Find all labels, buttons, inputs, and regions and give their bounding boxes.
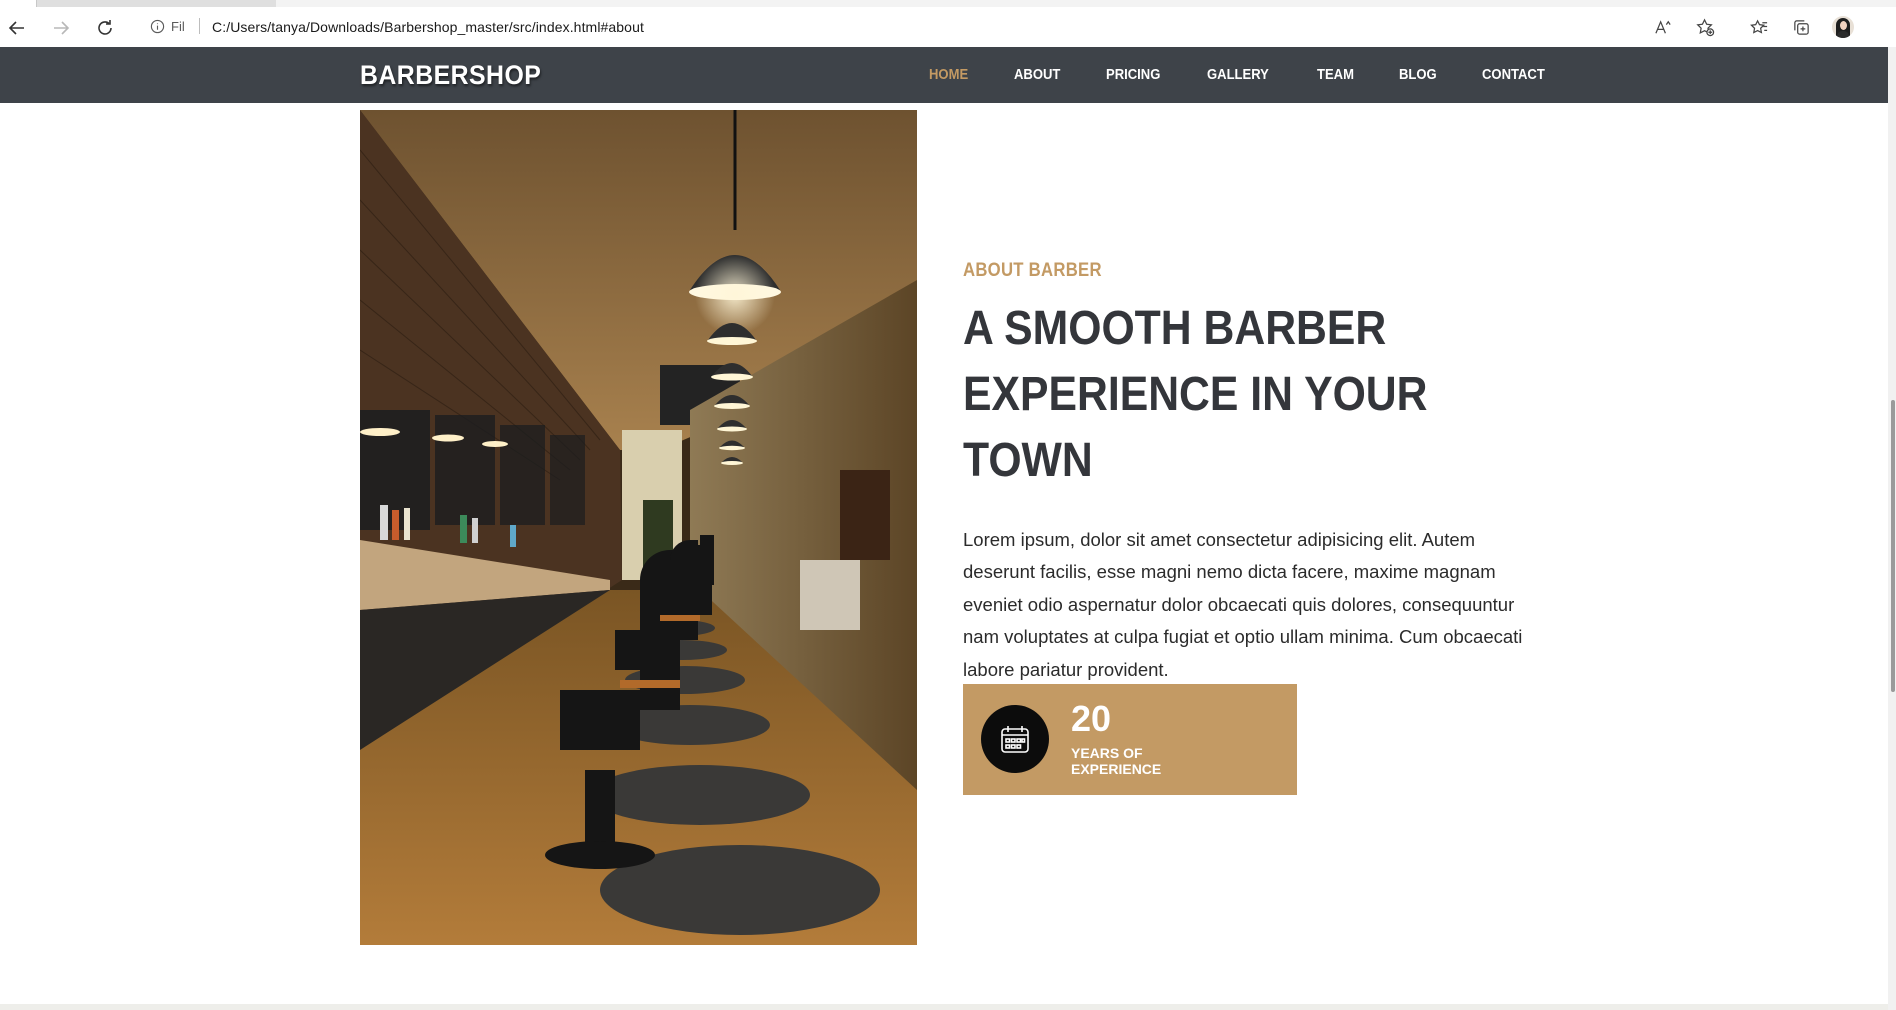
browser-tabstrip — [0, 0, 1896, 7]
about-paragraph: Lorem ipsum, dolor sit amet consectetur … — [963, 529, 1523, 680]
site-info-button[interactable]: Fil — [150, 18, 200, 34]
about-subtitle: ABOUT BARBER — [963, 260, 1102, 281]
about-text-column: ABOUT BARBER A SMOOTH BARBER EXPERIENCE … — [963, 260, 1523, 686]
browser-toolbar: Fil C:/Users/tanya/Downloads/Barbershop_… — [0, 7, 1896, 48]
favorites-icon[interactable] — [1738, 7, 1780, 47]
site-logo[interactable]: BARBERSHOP — [360, 60, 541, 91]
back-icon[interactable] — [2, 13, 32, 43]
profile-button[interactable] — [1822, 7, 1864, 47]
browser-tab-area — [276, 0, 1896, 7]
refresh-icon[interactable] — [90, 13, 120, 43]
address-separator — [198, 18, 200, 34]
forward-icon[interactable] — [46, 13, 76, 43]
browser-tab-active[interactable] — [0, 0, 37, 7]
nav-link-team[interactable]: TEAM — [1317, 67, 1354, 83]
calendar-icon — [981, 705, 1049, 773]
nav-link-blog[interactable]: BLOG — [1399, 67, 1437, 83]
experience-label: YEARS OF EXPERIENCE — [1071, 745, 1162, 777]
site-info-label: Fil — [171, 18, 185, 34]
nav-link-home[interactable]: HOME — [929, 67, 968, 83]
site-navbar: BARBERSHOP HOME ABOUT PRICING GALLERY TE… — [0, 47, 1896, 103]
toolbar-end-spacer — [1864, 7, 1896, 47]
nav-link-about[interactable]: ABOUT — [1014, 67, 1060, 83]
profile-avatar — [1832, 16, 1854, 38]
page-scrollbar-thumb[interactable] — [1891, 400, 1895, 692]
info-icon — [150, 19, 165, 33]
experience-number: 20 — [1071, 698, 1112, 739]
add-favorite-icon[interactable] — [1684, 7, 1726, 47]
address-bar[interactable]: Fil C:/Users/tanya/Downloads/Barbershop_… — [134, 11, 1714, 43]
nav-menu: HOME ABOUT PRICING GALLERY TEAM BLOG CON… — [900, 47, 1593, 103]
experience-card: 20 YEARS OF EXPERIENCE — [963, 684, 1297, 795]
read-aloud-icon[interactable] — [1642, 7, 1684, 47]
nav-link-pricing[interactable]: PRICING — [1106, 67, 1160, 83]
url-text[interactable]: C:/Users/tanya/Downloads/Barbershop_mast… — [212, 19, 644, 35]
about-headline: A SMOOTH BARBER EXPERIENCE IN YOUR TOWN — [963, 302, 1428, 487]
nav-link-gallery[interactable]: GALLERY — [1207, 67, 1269, 83]
toolbar-right-icons — [1642, 7, 1896, 47]
nav-link-contact[interactable]: CONTACT — [1482, 67, 1545, 83]
next-section-edge — [0, 1004, 1888, 1010]
collections-icon[interactable] — [1780, 7, 1822, 47]
barbershop-interior-image — [360, 110, 917, 945]
